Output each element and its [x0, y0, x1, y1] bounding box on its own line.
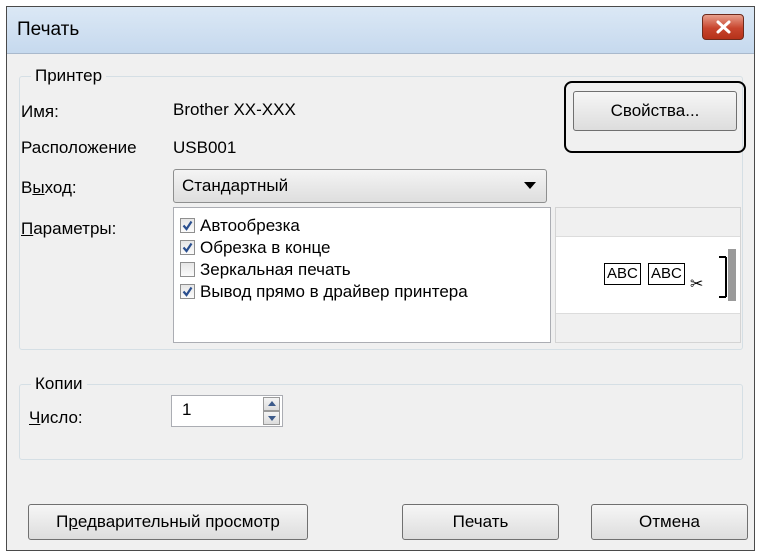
checkbox[interactable]: [180, 240, 195, 255]
count-label: Число:: [29, 408, 83, 427]
preview-button[interactable]: Предварительный просмотр: [28, 504, 308, 540]
cancel-button[interactable]: Отмена: [591, 504, 748, 540]
scissors-icon: ✂: [690, 249, 736, 301]
print-dialog: Печать Принтер Имя: Brother XX-XXX Распо…: [6, 6, 755, 551]
name-label: Имя:: [21, 102, 59, 121]
arrow-down-icon: [268, 416, 276, 421]
printer-name-value: Brother XX-XXX: [173, 100, 296, 119]
output-select[interactable]: Стандартный: [173, 169, 547, 203]
checkbox[interactable]: [180, 262, 195, 277]
copies-stepper[interactable]: 1: [171, 395, 283, 427]
output-label: Выход:: [21, 178, 77, 197]
printer-group-label: Принтер: [31, 66, 107, 86]
svg-text:✂: ✂: [690, 274, 703, 293]
copies-group: [19, 384, 743, 460]
location-value: USB001: [173, 138, 237, 157]
window-title: Печать: [17, 19, 80, 40]
preview-tape: ABC ABC ✂: [556, 236, 740, 314]
copies-group-label: Копии: [31, 374, 87, 394]
title-bar: Печать: [7, 7, 754, 54]
checkmark-icon: [182, 220, 193, 231]
checkmark-icon: [182, 286, 193, 297]
arrow-up-icon: [268, 401, 276, 406]
checkbox[interactable]: [180, 284, 195, 299]
checkmark-icon: [182, 242, 193, 253]
output-select-value: Стандартный: [182, 176, 289, 195]
print-button[interactable]: Печать: [402, 504, 559, 540]
cut-preview: ABC ABC ✂: [555, 207, 741, 343]
decrement-button[interactable]: [263, 411, 280, 425]
increment-button[interactable]: [263, 397, 280, 411]
close-icon: [716, 20, 731, 34]
preview-label: ABC: [604, 263, 641, 285]
close-button[interactable]: [702, 14, 744, 40]
properties-button[interactable]: Свойства...: [573, 91, 737, 131]
params-label: Параметры:: [21, 219, 117, 238]
preview-label: ABC: [648, 263, 685, 285]
checkbox[interactable]: [180, 218, 195, 233]
options-list: Автообрезка Обрезка в конце Зеркальная п…: [173, 207, 551, 343]
location-label: Расположение: [21, 138, 137, 157]
copies-value: 1: [182, 400, 192, 419]
chevron-down-icon: [524, 182, 536, 189]
